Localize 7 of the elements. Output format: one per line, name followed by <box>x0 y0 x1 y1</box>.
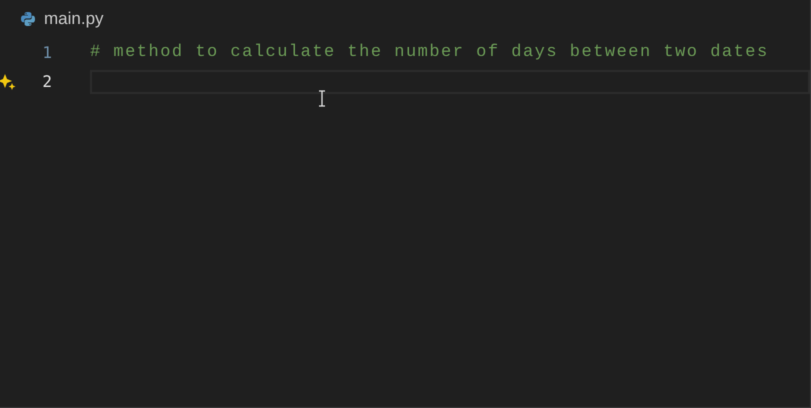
code-comment: # method to calculate the number of days between two dates <box>90 42 769 64</box>
line-number: 2 <box>41 70 52 92</box>
sparkle-icon[interactable] <box>0 74 16 90</box>
python-logo-icon <box>20 11 36 27</box>
tab-title[interactable]: main.py <box>44 6 104 32</box>
line-number: 1 <box>41 42 52 64</box>
text-cursor-icon <box>318 90 326 107</box>
